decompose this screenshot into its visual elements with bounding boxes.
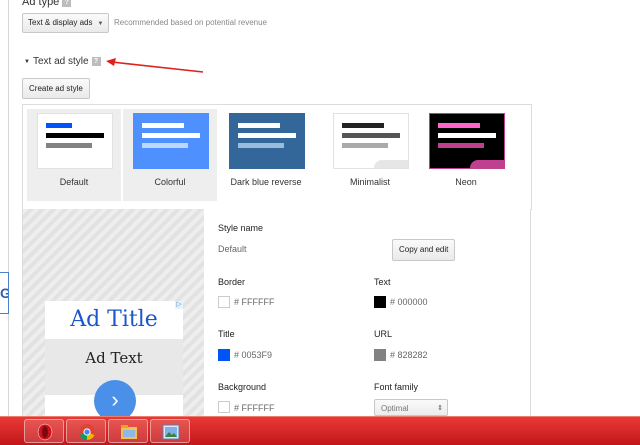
create-ad-style-button[interactable]: Create ad style bbox=[22, 78, 90, 99]
copy-and-edit-button[interactable]: Copy and edit bbox=[392, 239, 456, 261]
thumb-text-bar bbox=[46, 133, 104, 138]
arrow-shaft bbox=[111, 61, 204, 73]
text-label: Text bbox=[374, 277, 391, 287]
next-arrow-glyph: › bbox=[111, 387, 119, 412]
text-ad-style-toggle[interactable]: ▼ Text ad style? bbox=[24, 56, 101, 67]
thumb-url-bar bbox=[238, 143, 284, 148]
thumb-url-bar bbox=[46, 143, 92, 148]
help-icon[interactable]: ? bbox=[62, 0, 72, 7]
thumb-title-bar bbox=[438, 123, 480, 128]
background-color-value: # FFFFFF bbox=[234, 403, 275, 413]
side-tab-letter: G bbox=[0, 285, 8, 301]
style-card-colorful[interactable]: Colorful bbox=[123, 109, 217, 201]
title-color-swatch[interactable] bbox=[218, 349, 230, 361]
style-name: Neon bbox=[455, 177, 477, 187]
border-color-swatch[interactable] bbox=[218, 296, 230, 308]
font-family-value: Optimal bbox=[381, 404, 409, 413]
thumb-url-bar bbox=[438, 143, 484, 148]
text-color-value: # 000000 bbox=[390, 297, 428, 307]
taskbar bbox=[0, 416, 640, 445]
style-settings-panel: Style name Default Copy and edit Border … bbox=[204, 209, 531, 416]
opera-icon bbox=[37, 423, 53, 441]
thumb-text-bar bbox=[238, 133, 296, 138]
taskbar-photo-viewer[interactable] bbox=[150, 419, 190, 443]
style-name: Dark blue reverse bbox=[230, 177, 302, 187]
background-color-swatch[interactable] bbox=[218, 401, 230, 413]
text-ad-style-title: Text ad style bbox=[32, 56, 89, 67]
ad-type-select[interactable]: Text & display ads ▼ bbox=[22, 13, 110, 33]
style-card-default[interactable]: Default bbox=[27, 109, 121, 201]
style-card-minimalist[interactable]: Minimalist bbox=[323, 109, 417, 201]
style-name: Minimalist bbox=[349, 177, 390, 187]
chevron-down-icon: ▼ bbox=[97, 21, 104, 27]
style-name-label: Style name bbox=[218, 223, 264, 233]
thumb-url-bar bbox=[142, 143, 188, 148]
ad-type-label-text: Ad type bbox=[22, 0, 60, 8]
taskbar-chrome[interactable] bbox=[66, 419, 106, 443]
ad-preview-panel: ▷ Ad Title Ad Text › bbox=[22, 209, 205, 416]
background-label: Background bbox=[218, 382, 267, 392]
url-label: URL bbox=[374, 329, 393, 339]
font-family-label: Font family bbox=[374, 382, 419, 392]
thumb-text-bar bbox=[142, 133, 200, 138]
style-thumbnail bbox=[229, 113, 305, 169]
photo-viewer-icon bbox=[162, 424, 180, 440]
font-family-select[interactable]: Optimal ⇕ bbox=[374, 399, 448, 416]
ad-type-hint: Recommended based on potential revenue bbox=[114, 18, 267, 27]
style-thumbnail bbox=[429, 113, 505, 169]
text-color-swatch[interactable] bbox=[374, 296, 386, 308]
thumb-url-bar bbox=[342, 143, 388, 148]
ad-title: Ad Title bbox=[70, 307, 158, 332]
thumb-title-bar bbox=[238, 123, 280, 128]
chrome-icon bbox=[79, 424, 95, 441]
ad-type-selected-value: Text & display ads bbox=[28, 18, 93, 27]
border-color-value: # FFFFFF bbox=[234, 297, 275, 307]
style-gallery: Default Colorful Dark blue reverse Minim… bbox=[22, 104, 532, 210]
title-color-value: # 0053F9 bbox=[234, 350, 273, 360]
thumb-title-bar bbox=[46, 123, 72, 128]
chevron-right-icon[interactable]: › bbox=[94, 380, 136, 416]
style-card-neon[interactable]: Neon bbox=[419, 109, 513, 201]
side-tab[interactable]: G bbox=[0, 272, 9, 314]
style-name: Default bbox=[59, 177, 89, 187]
taskbar-file-explorer[interactable] bbox=[108, 419, 148, 443]
ad-preview: ▷ Ad Title Ad Text › bbox=[45, 301, 183, 416]
ad-type-label: Ad type? bbox=[22, 0, 72, 8]
url-color-value: # 828282 bbox=[390, 350, 428, 360]
thumb-text-bar bbox=[342, 133, 400, 138]
file-explorer-icon bbox=[121, 425, 137, 439]
style-thumbnail bbox=[133, 113, 209, 169]
annotation-arrow bbox=[106, 58, 204, 73]
style-name: Colorful bbox=[154, 177, 186, 187]
thumb-text-bar bbox=[438, 133, 496, 138]
thumb-title-bar bbox=[142, 123, 184, 128]
ad-text: Ad Text bbox=[85, 349, 143, 367]
title-label: Title bbox=[218, 329, 235, 339]
collapse-triangle-icon: ▼ bbox=[24, 59, 30, 65]
thumb-title-bar bbox=[342, 123, 384, 128]
thumb-corner-tab bbox=[470, 160, 504, 168]
style-thumbnail bbox=[333, 113, 409, 169]
border-label: Border bbox=[218, 277, 246, 287]
arrow-head bbox=[106, 58, 116, 66]
style-name-value: Default bbox=[218, 244, 247, 254]
style-thumbnail bbox=[37, 113, 113, 169]
thumb-corner-tab bbox=[374, 160, 408, 168]
style-card-dark-blue-reverse[interactable]: Dark blue reverse bbox=[219, 109, 313, 201]
chevron-updown-icon: ⇕ bbox=[437, 405, 443, 412]
url-color-swatch[interactable] bbox=[374, 349, 386, 361]
page-left-border bbox=[8, 0, 9, 416]
taskbar-opera[interactable] bbox=[24, 419, 64, 443]
